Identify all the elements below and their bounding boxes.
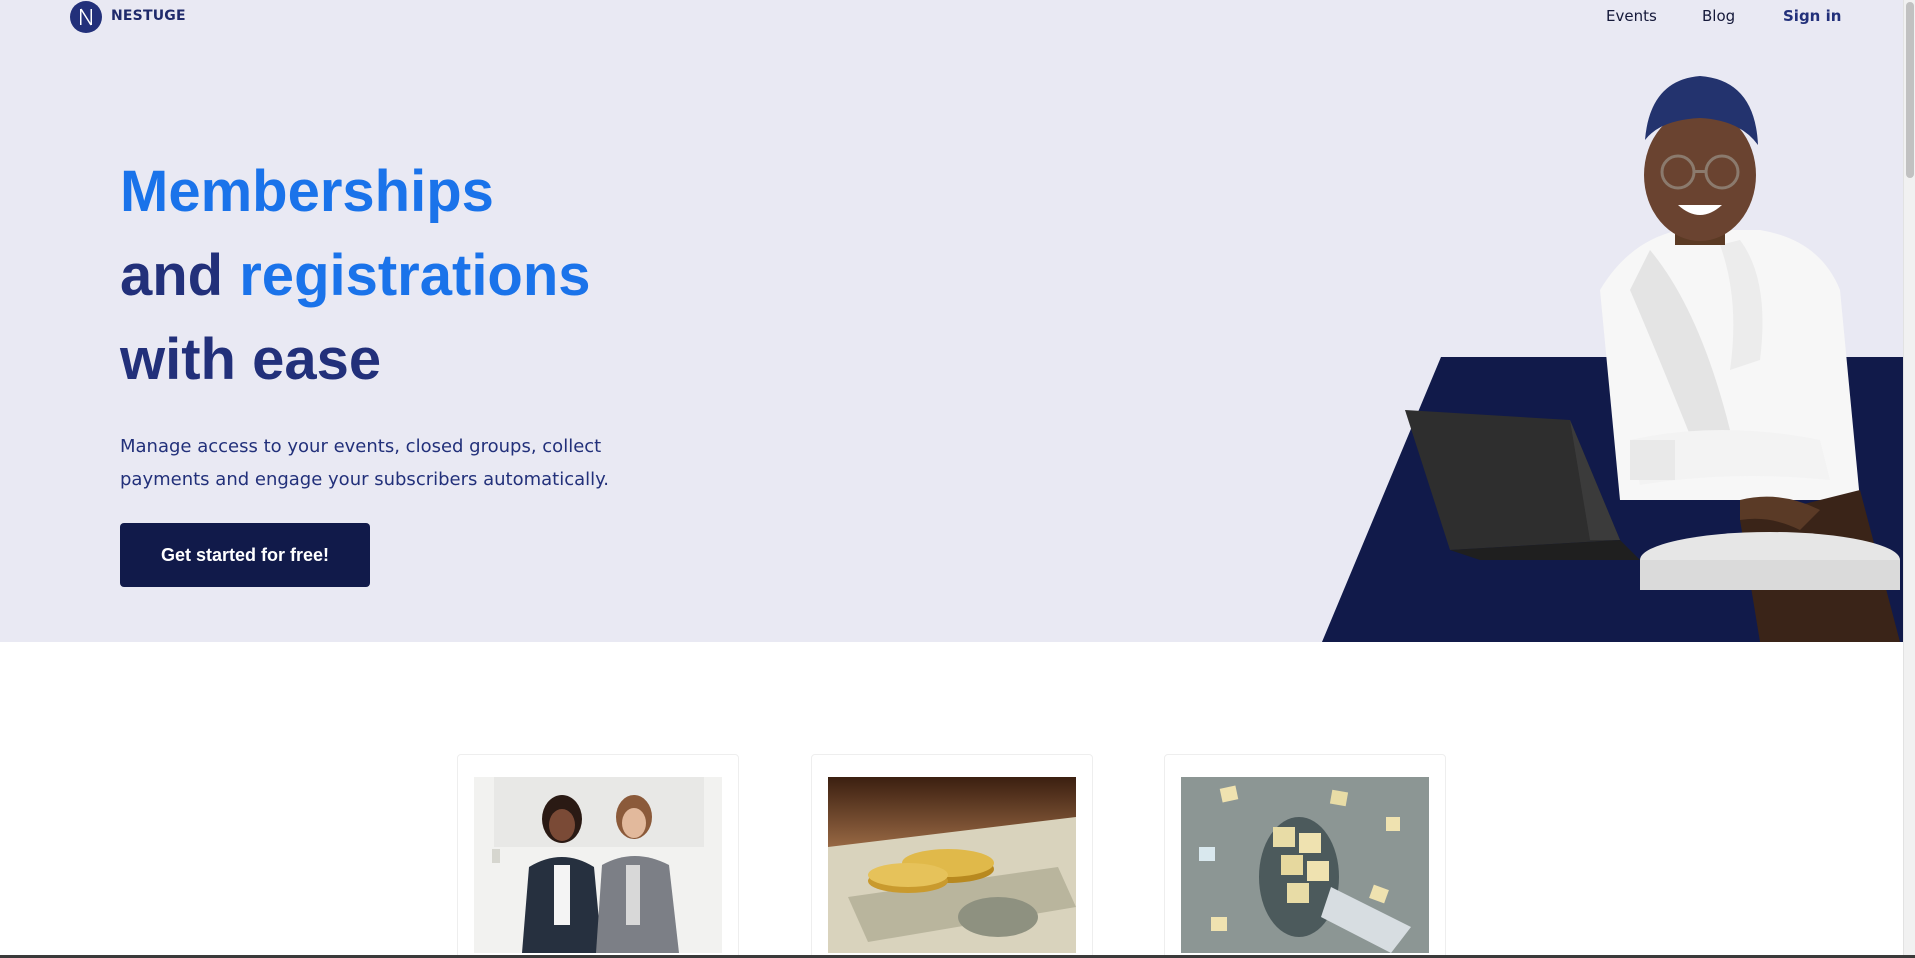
hero-subtext-line-1: Manage access to your events, closed gro… xyxy=(120,436,602,457)
headline-word-registrations: registrations xyxy=(239,243,591,308)
hero-section: NESTUGE Events Blog Sign in Memberships … xyxy=(0,0,1903,642)
get-started-button[interactable]: Get started for free! xyxy=(120,523,370,587)
page: NESTUGE Events Blog Sign in Memberships … xyxy=(0,0,1903,958)
headline-line-3: with ease xyxy=(120,318,820,402)
feature-image-coins-money xyxy=(828,777,1076,953)
top-nav: NESTUGE Events Blog Sign in xyxy=(0,0,1903,34)
vertical-scrollbar[interactable] xyxy=(1903,0,1915,958)
headline-word-memberships: Memberships xyxy=(120,159,494,224)
feature-image-sticky-notes xyxy=(1181,777,1429,953)
nav-link-blog[interactable]: Blog xyxy=(1702,7,1735,25)
scrollbar-thumb[interactable] xyxy=(1906,2,1914,178)
hero-subtext-line-2: payments and engage your subscribers aut… xyxy=(120,469,609,490)
feature-card-3[interactable] xyxy=(1164,754,1446,958)
headline-words-with-ease: with ease xyxy=(120,327,382,392)
feature-card-1[interactable] xyxy=(457,754,739,958)
hero-subtext: Manage access to your events, closed gro… xyxy=(120,430,680,496)
nestuge-logo-icon[interactable] xyxy=(70,1,102,33)
features-section xyxy=(0,642,1903,958)
brand-name[interactable]: NESTUGE xyxy=(111,8,186,24)
feature-card-2[interactable] xyxy=(811,754,1093,958)
headline-line-2: and registrations xyxy=(120,234,820,318)
headline-word-and: and xyxy=(120,243,240,308)
hero-illustration xyxy=(1300,60,1903,642)
headline-line-1: Memberships xyxy=(120,150,820,234)
nav-link-sign-in[interactable]: Sign in xyxy=(1783,7,1841,25)
feature-image-business-women xyxy=(474,777,722,953)
hero-headline: Memberships and registrations with ease xyxy=(120,150,820,402)
nav-link-events[interactable]: Events xyxy=(1606,7,1657,25)
